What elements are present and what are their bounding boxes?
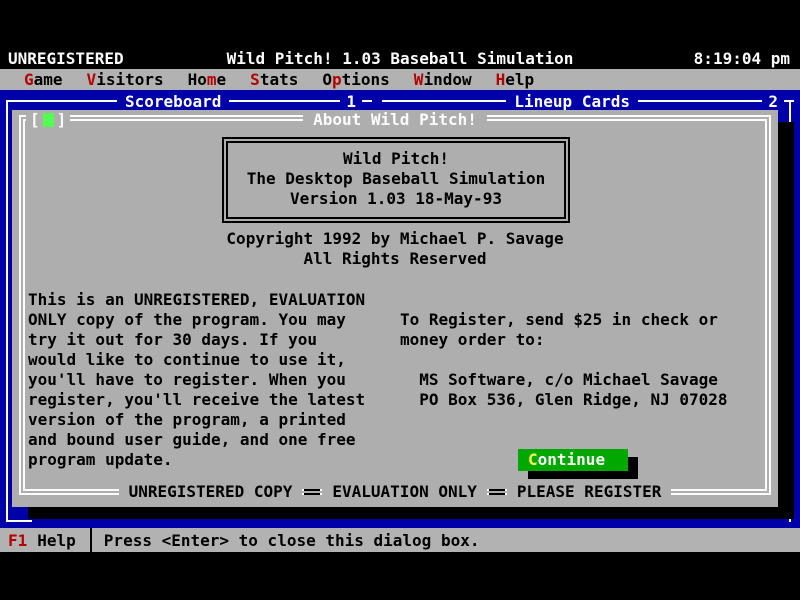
menu-item-stats[interactable]: Stats [250, 70, 298, 89]
window-scoreboard-titlebar[interactable]: Scoreboard 1 [6, 92, 372, 110]
menu-bar: Game Visitors Home Stats Options Window Help [0, 69, 800, 90]
border-line [382, 100, 506, 102]
registration-info-text: To Register, send $25 in check or money … [400, 310, 728, 410]
footer-separator-line [489, 489, 505, 495]
program-name: Wild Pitch! [228, 149, 564, 169]
border-line [6, 100, 117, 102]
evaluation-notice-text: This is an UNREGISTERED, EVALUATION ONLY… [28, 290, 365, 470]
window-scoreboard-left-border [6, 102, 8, 522]
window-scoreboard-number: 1 [340, 92, 362, 111]
footer-separator-line [304, 489, 320, 495]
window-lineup-cards-titlebar[interactable]: Lineup Cards 2 [382, 92, 794, 110]
continue-button[interactable]: Continue [518, 449, 628, 471]
menu-item-home[interactable]: Home [188, 70, 227, 89]
app-title: Wild Pitch! 1.03 Baseball Simulation [0, 49, 800, 68]
window-scoreboard-title: Scoreboard [117, 92, 229, 111]
menu-item-help[interactable]: Help [496, 70, 535, 89]
f1-key-label[interactable]: Help [27, 531, 76, 550]
status-bar: F1 Help Press <Enter> to close this dial… [0, 528, 800, 552]
menu-item-window[interactable]: Window [414, 70, 472, 89]
copyright-text: Copyright 1992 by Michael P. Savage All … [12, 229, 778, 269]
program-info-box: Wild Pitch! The Desktop Baseball Simulat… [222, 137, 570, 223]
window-lineup-cards-right-border [789, 102, 791, 522]
window-scoreboard-bottom-border [6, 520, 32, 522]
footer-unregistered-copy: UNREGISTERED COPY [119, 482, 303, 502]
dialog-title: About Wild Pitch! [303, 110, 487, 130]
footer-evaluation-only: EVALUATION ONLY [322, 482, 487, 502]
menu-item-options[interactable]: Options [322, 70, 389, 89]
footer-please-register: PLEASE REGISTER [507, 482, 672, 502]
statusbar-message: Press <Enter> to close this dialog box. [104, 531, 480, 550]
dos-screen: { "screen": { "titlebar": { "left": "UNR… [0, 0, 800, 600]
app-titlebar: UNREGISTERED Wild Pitch! 1.03 Baseball S… [0, 47, 800, 69]
program-version: Version 1.03 18-May-93 [228, 189, 564, 209]
about-dialog: About Wild Pitch! [] Wild Pitch! The Des… [12, 110, 778, 507]
window-lineup-cards-title: Lineup Cards [506, 92, 638, 111]
menu-item-game[interactable]: Game [24, 70, 63, 89]
dialog-footer: UNREGISTERED COPY EVALUATION ONLY PLEASE… [12, 482, 778, 502]
close-button[interactable]: [] [26, 110, 70, 130]
window-lineup-cards-number: 2 [762, 92, 784, 111]
dialog-title-row: About Wild Pitch! [12, 110, 778, 130]
f1-key-hint[interactable]: F1 [0, 531, 27, 550]
clock: 8:19:04 pm [694, 49, 790, 68]
border-line [362, 100, 372, 102]
close-icon [43, 113, 54, 127]
program-tagline: The Desktop Baseball Simulation [228, 169, 564, 189]
statusbar-divider [90, 528, 92, 552]
menu-item-visitors[interactable]: Visitors [87, 70, 164, 89]
border-line [229, 100, 340, 102]
border-line [638, 100, 762, 102]
